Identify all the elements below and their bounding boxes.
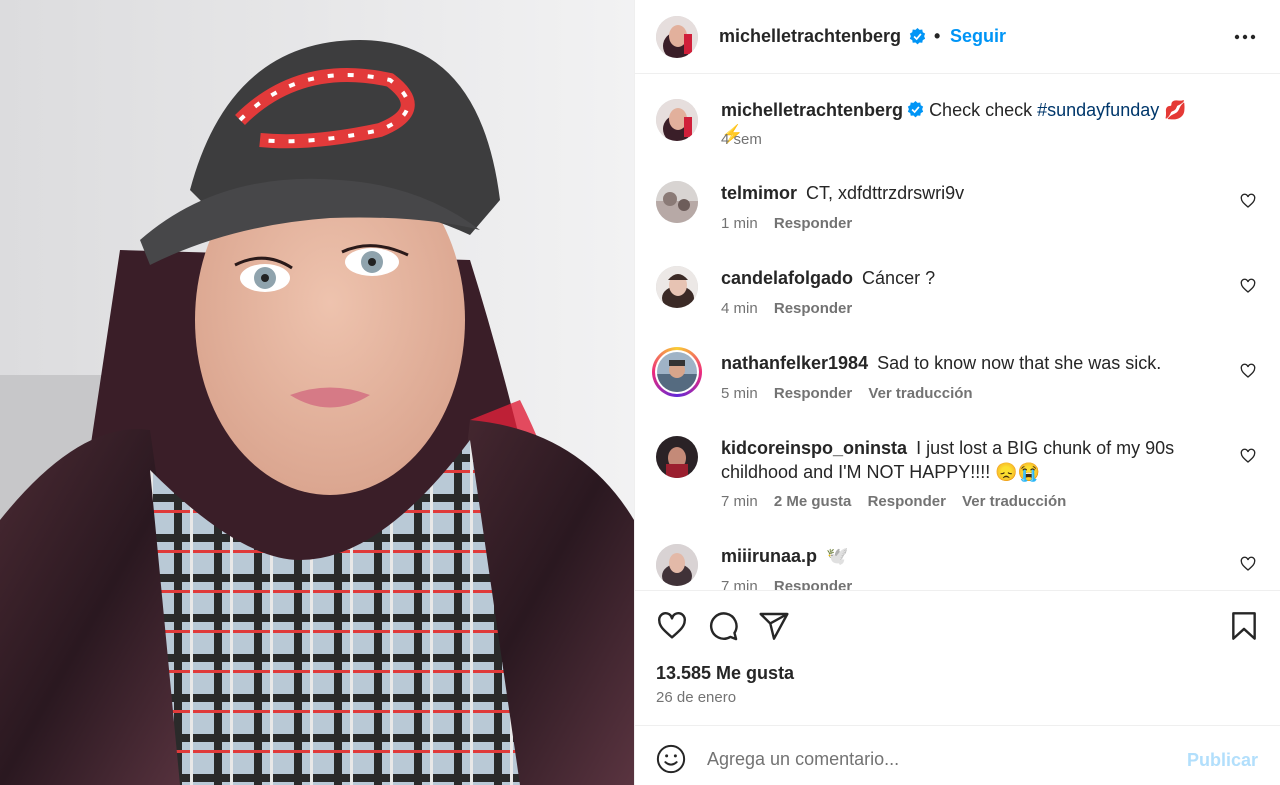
- comment-text: Sad to know now that she was sick.: [877, 353, 1162, 373]
- comment-time: 7 min: [721, 493, 758, 510]
- reply-button[interactable]: Responder: [868, 493, 946, 510]
- comment-line: nathanfelker1984 Sad to know now that sh…: [721, 351, 1200, 375]
- comment-avatar[interactable]: [656, 266, 698, 308]
- comment-avatar-image: [656, 436, 698, 478]
- reply-button[interactable]: Responder: [774, 215, 852, 232]
- comment-username[interactable]: telmimor: [721, 183, 797, 203]
- comment-like-heart-icon[interactable]: [1240, 363, 1256, 379]
- comment-line: telmimor CT, xdfdttrzdrswri9v: [721, 181, 1200, 205]
- reply-button[interactable]: Responder: [774, 300, 852, 317]
- reply-button[interactable]: Responder: [774, 578, 852, 590]
- comment-avatar[interactable]: [656, 181, 698, 223]
- caption-author-avatar-image: [656, 99, 698, 141]
- comment-meta: 7 min 2 Me gusta Responder Ver traducció…: [721, 493, 1078, 510]
- comment-avatar-story-ring[interactable]: [652, 347, 702, 397]
- post-date[interactable]: 26 de enero: [656, 689, 736, 706]
- more-options-icon[interactable]: [1234, 27, 1256, 47]
- add-comment-bar: Publicar: [635, 725, 1280, 785]
- caption-meta: 4 sem: [721, 131, 774, 148]
- comments-list[interactable]: michelletrachtenberg Check check #sundayf…: [635, 75, 1280, 590]
- comment-avatar-image: [657, 352, 697, 392]
- comment-meta: 7 min Responder: [721, 578, 864, 590]
- caption-hashtag-link[interactable]: #sundayfunday: [1037, 100, 1159, 120]
- emoji-picker-icon[interactable]: [656, 744, 686, 774]
- comment-avatar-image: [656, 181, 698, 223]
- comment-line: miiirunaa.p 🕊️: [721, 544, 1200, 568]
- comment-username[interactable]: kidcoreinspo_oninsta: [721, 438, 907, 458]
- publish-button[interactable]: Publicar: [1187, 750, 1258, 771]
- comment-meta: 4 min Responder: [721, 300, 864, 317]
- comment-like-heart-icon[interactable]: [1240, 193, 1256, 209]
- author-username[interactable]: michelletrachtenberg: [719, 26, 901, 47]
- comment-time: 1 min: [721, 215, 758, 232]
- comment-username[interactable]: miiirunaa.p: [721, 546, 817, 566]
- header-separator: •: [934, 26, 941, 46]
- post-header: michelletrachtenberg • Seguir: [635, 0, 1280, 74]
- share-send-icon[interactable]: [758, 610, 790, 642]
- comment-username[interactable]: candelafolgado: [721, 268, 853, 288]
- comment-like-heart-icon[interactable]: [1240, 278, 1256, 294]
- comment-text: CT, xdfdttrzdrswri9v: [806, 183, 965, 203]
- reply-button[interactable]: Responder: [774, 385, 852, 402]
- verified-badge-icon: [909, 28, 926, 45]
- comment-like-heart-icon[interactable]: [1240, 448, 1256, 464]
- comment-avatar-image: [656, 266, 698, 308]
- comment-text: 🕊️: [826, 546, 849, 566]
- save-bookmark-icon[interactable]: [1228, 610, 1260, 642]
- like-heart-icon[interactable]: [656, 610, 688, 642]
- author-avatar[interactable]: [656, 16, 698, 58]
- caption-username[interactable]: michelletrachtenberg: [721, 100, 903, 120]
- post-photo: [0, 0, 634, 785]
- see-translation-button[interactable]: Ver traducción: [962, 493, 1066, 510]
- follow-button[interactable]: Seguir: [950, 26, 1006, 47]
- comment-bubble-icon[interactable]: [707, 610, 739, 642]
- caption-verified-badge-icon: [907, 101, 924, 118]
- comment-avatar[interactable]: [656, 436, 698, 478]
- comment-avatar[interactable]: [656, 544, 698, 586]
- author-avatar-image: [656, 16, 698, 58]
- comment-meta: 1 min Responder: [721, 215, 864, 232]
- comment-username[interactable]: nathanfelker1984: [721, 353, 868, 373]
- likes-count[interactable]: 13.585 Me gusta: [656, 663, 794, 684]
- post-actions: 13.585 Me gusta 26 de enero: [635, 590, 1280, 725]
- comment-text: Cáncer ?: [862, 268, 936, 288]
- comment-likes-count[interactable]: 2 Me gusta: [774, 493, 852, 510]
- comment-meta: 5 min Responder Ver traducción: [721, 385, 985, 402]
- comment-time: 5 min: [721, 385, 758, 402]
- comment-time: 4 min: [721, 300, 758, 317]
- see-translation-button[interactable]: Ver traducción: [868, 385, 972, 402]
- comment-time: 7 min: [721, 578, 758, 590]
- comment-input[interactable]: [707, 744, 1167, 774]
- post-panel: michelletrachtenberg • Seguir michelletr…: [634, 0, 1280, 785]
- selfie-image: [0, 0, 634, 785]
- comment-line: candelafolgado Cáncer ?: [721, 266, 1200, 290]
- comment-line: kidcoreinspo_oninsta I just lost a BIG c…: [721, 436, 1200, 484]
- caption-time: 4 sem: [721, 131, 762, 148]
- caption-line: michelletrachtenberg Check check #sundayf…: [721, 98, 1200, 146]
- caption-text: Check check: [929, 100, 1033, 120]
- caption-author-avatar[interactable]: [656, 99, 698, 141]
- comment-avatar-image: [656, 544, 698, 586]
- comment-like-heart-icon[interactable]: [1240, 556, 1256, 572]
